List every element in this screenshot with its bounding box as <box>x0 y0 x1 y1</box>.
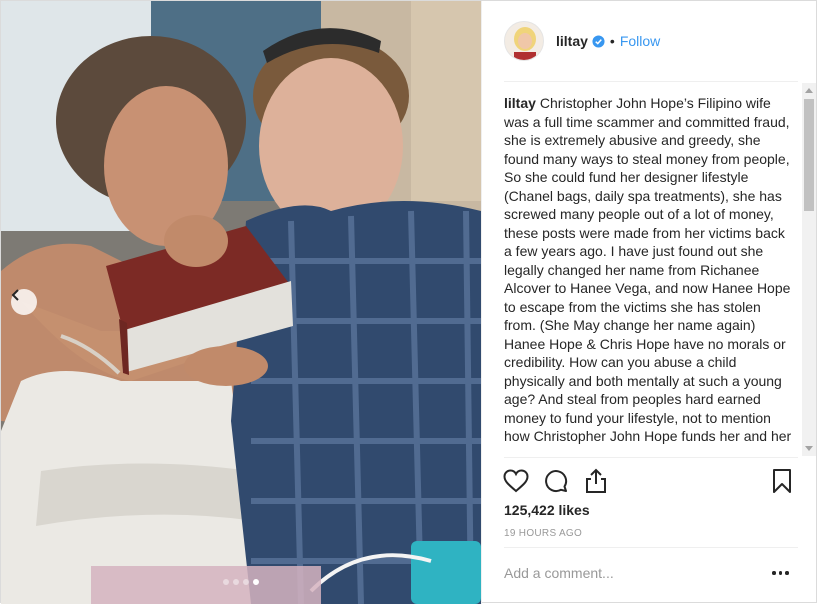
more-dot <box>785 571 789 575</box>
post-side-panel: liltay • Follow liltay Christopher John H… <box>481 1 817 604</box>
comment-input[interactable] <box>504 561 754 585</box>
caption-text: Christopher John Hope’s Filipino wife wa… <box>504 95 792 444</box>
carousel-dot-active <box>253 579 259 585</box>
post-caption: liltay Christopher John Hope’s Filipino w… <box>504 94 794 446</box>
carousel-dot <box>223 579 229 585</box>
save-button[interactable] <box>768 467 796 495</box>
caption-username[interactable]: liltay <box>504 95 536 111</box>
avatar-image <box>505 22 543 60</box>
likes-count[interactable]: 125,422 likes <box>504 502 590 518</box>
instagram-post: liltay • Follow liltay Christopher John H… <box>0 0 817 604</box>
separator-dot: • <box>609 33 615 49</box>
photo-illustration <box>1 1 481 604</box>
divider <box>504 457 798 458</box>
verified-badge-icon <box>592 34 605 48</box>
divider <box>504 81 798 82</box>
carousel-dots <box>1 579 481 585</box>
comment-icon <box>545 470 568 493</box>
post-actions <box>502 467 798 495</box>
chevron-left-icon <box>11 289 19 301</box>
divider <box>504 547 798 548</box>
post-username[interactable]: liltay <box>556 33 588 49</box>
caption-scroll-area[interactable]: liltay Christopher John Hope’s Filipino w… <box>504 83 816 456</box>
share-button[interactable] <box>582 467 610 495</box>
carousel-dot <box>233 579 239 585</box>
post-photo[interactable] <box>1 1 481 604</box>
carousel-dot <box>243 579 249 585</box>
heart-icon <box>503 469 529 493</box>
scrollbar-thumb[interactable] <box>804 99 814 211</box>
scroll-down-arrow-icon[interactable] <box>805 446 813 451</box>
like-button[interactable] <box>502 467 530 495</box>
scroll-up-arrow-icon[interactable] <box>805 88 813 93</box>
follow-button[interactable]: Follow <box>620 33 660 49</box>
post-timestamp[interactable]: 19 HOURS AGO <box>504 528 582 539</box>
bookmark-icon <box>773 469 791 493</box>
comment-button[interactable] <box>542 467 570 495</box>
more-options-icon[interactable] <box>772 567 792 579</box>
carousel-prev-button[interactable] <box>11 289 37 315</box>
avatar[interactable] <box>504 21 544 61</box>
more-dot <box>772 571 776 575</box>
post-header: liltay • Follow <box>482 1 817 81</box>
share-icon <box>586 468 606 493</box>
more-dot <box>778 571 782 575</box>
caption-scrollbar[interactable] <box>802 83 816 456</box>
